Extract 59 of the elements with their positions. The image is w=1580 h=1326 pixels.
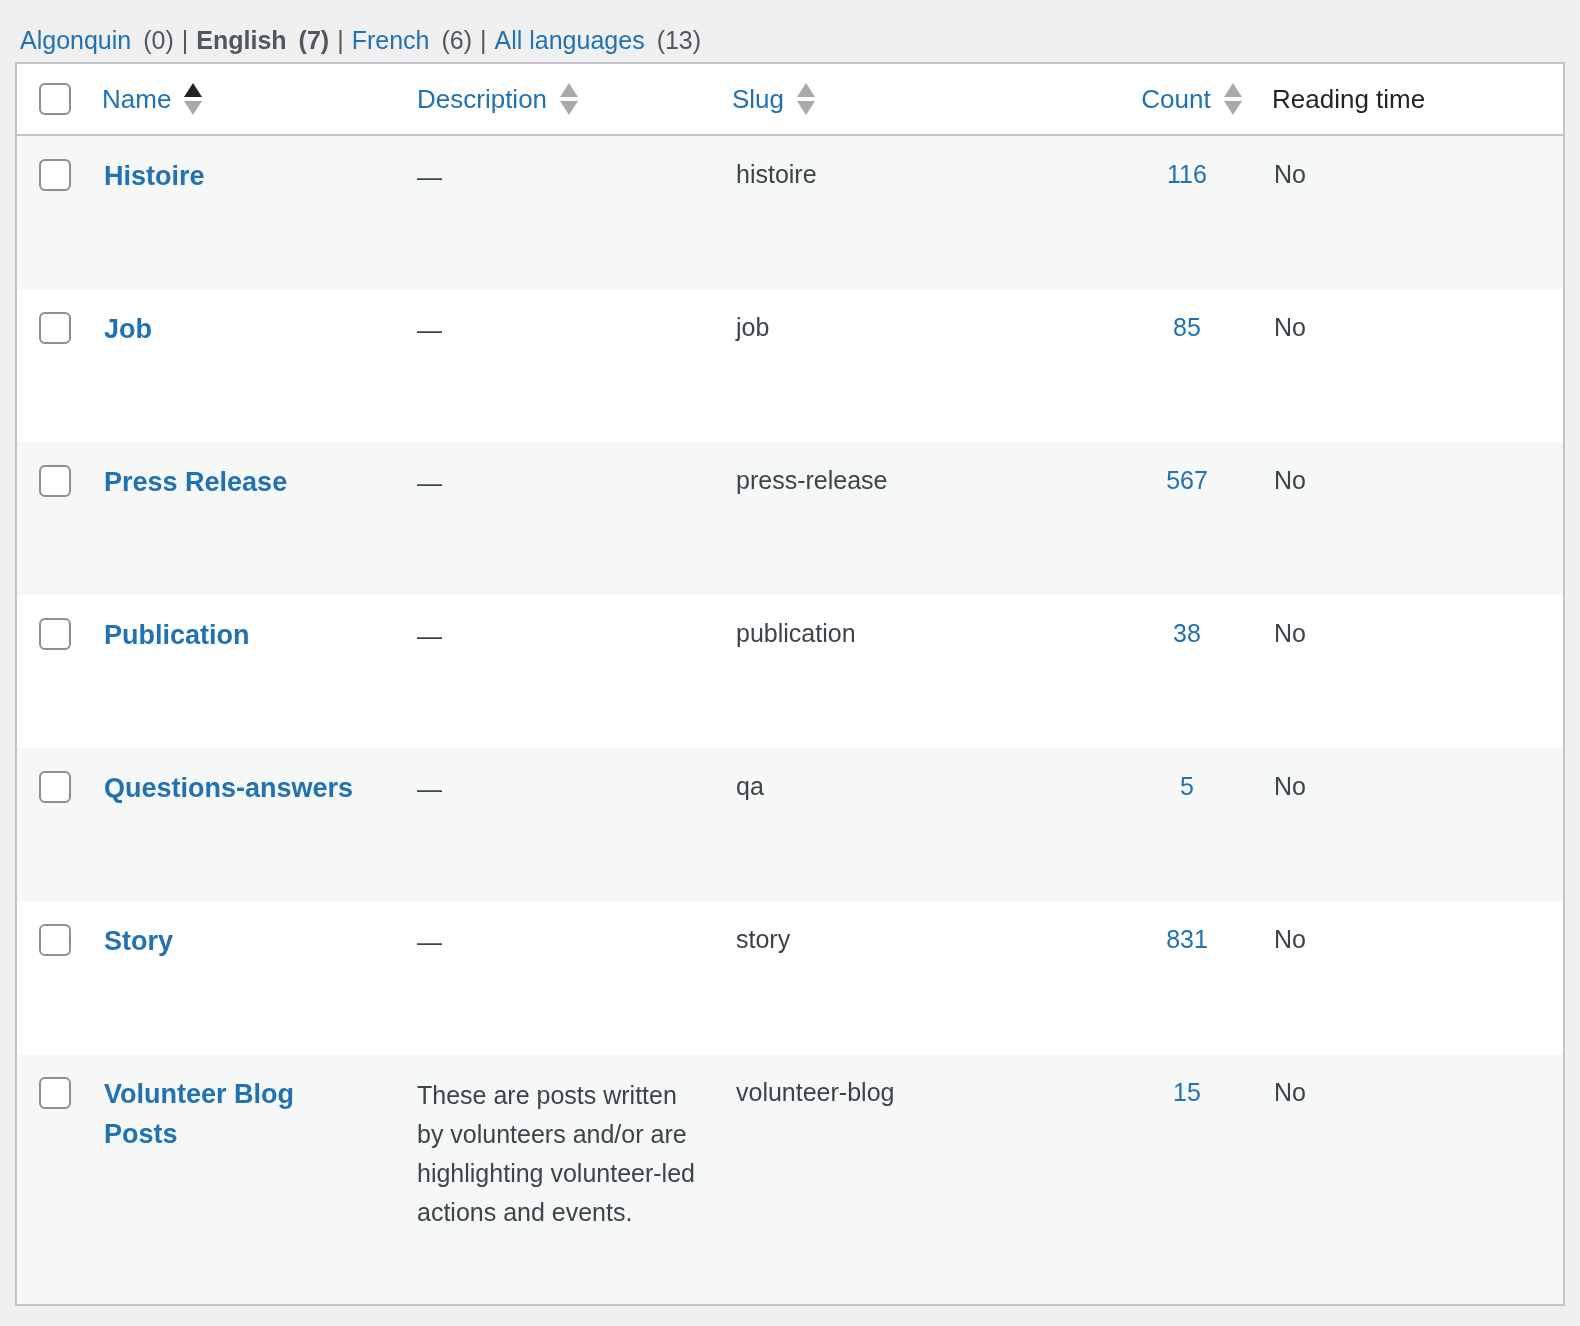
separator: | (181, 25, 189, 57)
language-filter-link[interactable]: All languages (494, 22, 645, 60)
reading-time-text: No (1274, 772, 1306, 800)
post-count-link[interactable]: 85 (1173, 309, 1201, 347)
post-count-link[interactable]: 831 (1166, 921, 1208, 959)
slug-text: job (736, 313, 770, 341)
column-header-link[interactable]: Description (417, 79, 548, 119)
column-header: Reading time (1272, 82, 1426, 116)
row-checkbox[interactable] (39, 924, 71, 956)
term-name-link[interactable]: Volunteer Blog Posts (104, 1074, 364, 1154)
row-checkbox[interactable] (39, 618, 71, 650)
reading-time-text: No (1274, 313, 1306, 341)
row-checkbox[interactable] (39, 159, 71, 191)
slug-text: volunteer-blog (736, 1078, 895, 1106)
slug-text: publication (736, 619, 856, 647)
separator: | (480, 25, 487, 57)
column-header-link[interactable]: Slug (732, 79, 785, 119)
language-filter-link[interactable]: Algonquin (20, 22, 132, 60)
row-checkbox[interactable] (39, 771, 71, 803)
column-header-link[interactable]: Name (102, 79, 172, 119)
row-checkbox[interactable] (39, 465, 71, 497)
language-count: (0) (143, 25, 174, 57)
term-name-link[interactable]: Histoire (104, 156, 364, 196)
language-count: (7) (298, 25, 330, 57)
language-filter-link[interactable]: French (351, 22, 430, 60)
description-text: — (417, 927, 443, 958)
language-filter-link[interactable]: English (196, 22, 287, 60)
slug-text: story (736, 925, 791, 953)
slug-text: press-release (736, 466, 888, 494)
post-count-link[interactable]: 15 (1173, 1074, 1201, 1112)
reading-time-text: No (1274, 619, 1306, 647)
post-count-link[interactable]: 38 (1173, 615, 1201, 653)
select-all-checkbox[interactable] (39, 83, 71, 115)
reading-time-text: No (1274, 466, 1306, 494)
term-name-link[interactable]: Questions-answers (104, 768, 364, 808)
description-text: — (417, 621, 443, 652)
term-name-link[interactable]: Job (104, 309, 364, 349)
term-name-link[interactable]: Publication (104, 615, 364, 655)
reading-time-text: No (1274, 160, 1306, 188)
description-text: — (417, 162, 443, 193)
post-count-link[interactable]: 116 (1167, 156, 1207, 194)
separator: | (337, 25, 344, 57)
slug-text: qa (736, 772, 764, 800)
term-name-link[interactable]: Story (104, 921, 364, 961)
post-count-link[interactable]: 567 (1166, 462, 1208, 500)
reading-time-text: No (1274, 1078, 1306, 1106)
description-text: — (417, 774, 443, 805)
row-checkbox[interactable] (39, 1077, 71, 1109)
description-text: — (417, 315, 443, 346)
term-name-link[interactable]: Press Release (104, 462, 364, 502)
column-header-link[interactable]: Count (1141, 79, 1211, 119)
post-count-link[interactable]: 5 (1180, 768, 1194, 806)
description-text: — (417, 468, 443, 499)
language-count: (13) (656, 25, 702, 57)
reading-time-text: No (1274, 925, 1306, 953)
slug-text: histoire (736, 160, 817, 188)
row-checkbox[interactable] (39, 312, 71, 344)
description-text: These are posts written by volunteers and/or are highlighting volunteer-led actions and events. (417, 1080, 696, 1228)
language-count: (6) (441, 25, 472, 57)
